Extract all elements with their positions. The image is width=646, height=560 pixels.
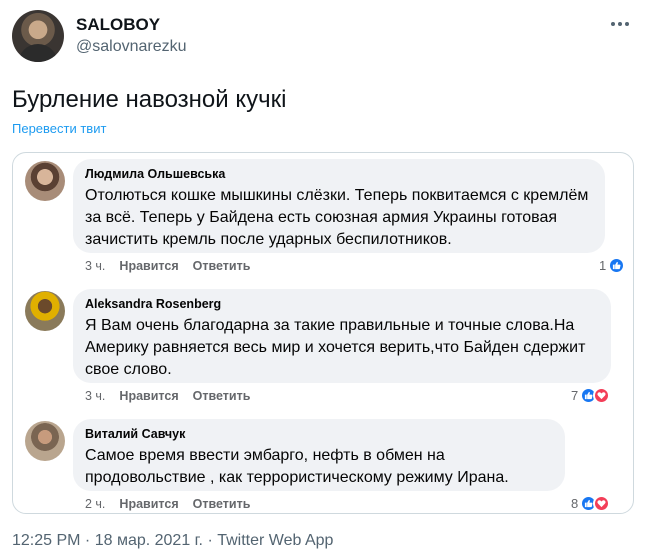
reaction-summary[interactable]: 1 (599, 257, 626, 274)
commenter-avatar[interactable] (25, 161, 65, 201)
comment-time[interactable]: 2 ч. (85, 497, 105, 511)
comment-text: Самое время ввести эмбарго, нефть в обме… (85, 447, 509, 486)
commenter-avatar[interactable] (25, 421, 65, 461)
love-icon (593, 495, 611, 512)
love-icon (593, 387, 611, 404)
reply-action[interactable]: Ответить (193, 497, 251, 511)
attached-screenshot[interactable]: Людмила Ольшевська Отолються кошке мышки… (12, 152, 634, 514)
reaction-count: 8 (571, 496, 579, 511)
like-icon (608, 257, 626, 274)
tweet-text: Бурление навозной кучкі (12, 86, 287, 113)
reaction-count: 7 (571, 388, 579, 403)
comment-meta: 3 ч. Нравится Ответить (85, 389, 250, 403)
reaction-summary[interactable]: 7 (571, 387, 611, 404)
translate-tweet-link[interactable]: Перевести твит (12, 121, 106, 136)
comment-time[interactable]: 3 ч. (85, 259, 105, 273)
comment-text: Я Вам очень благодарна за такие правильн… (85, 317, 586, 378)
comment-time[interactable]: 3 ч. (85, 389, 105, 403)
reply-action[interactable]: Ответить (193, 389, 251, 403)
commenter-avatar[interactable] (25, 291, 65, 331)
comment-meta: 2 ч. Нравится Ответить (85, 497, 250, 511)
like-action[interactable]: Нравится (119, 389, 178, 403)
reaction-summary[interactable]: 8 (571, 495, 611, 512)
commenter-name[interactable]: Людмила Ольшевська (85, 167, 593, 181)
tweet-header: SALOBOY @salovnarezku (12, 10, 634, 66)
comment-text: Отолються кошке мышкины слёзки. Теперь п… (85, 187, 589, 248)
comment-bubble: Aleksandra Rosenberg Я Вам очень благода… (73, 289, 611, 383)
more-options-icon[interactable] (606, 14, 634, 34)
user-avatar[interactable] (12, 10, 64, 62)
avatar-shirt (18, 44, 58, 62)
comment-meta: 3 ч. Нравится Ответить (85, 259, 250, 273)
like-action[interactable]: Нравится (119, 259, 178, 273)
user-handle[interactable]: @salovnarezku (76, 38, 187, 56)
commenter-name[interactable]: Aleksandra Rosenberg (85, 297, 599, 311)
comment-bubble: Виталий Савчук Самое время ввести эмбарг… (73, 419, 565, 491)
commenter-name[interactable]: Виталий Савчук (85, 427, 553, 441)
reaction-count: 1 (599, 258, 607, 273)
reply-action[interactable]: Ответить (193, 259, 251, 273)
tweet-timestamp[interactable]: 12:25 PM · 18 мар. 2021 г. · Twitter Web… (12, 532, 333, 550)
like-action[interactable]: Нравится (119, 497, 178, 511)
display-name[interactable]: SALOBOY (76, 15, 160, 35)
comment-bubble: Людмила Ольшевська Отолються кошке мышки… (73, 159, 605, 253)
